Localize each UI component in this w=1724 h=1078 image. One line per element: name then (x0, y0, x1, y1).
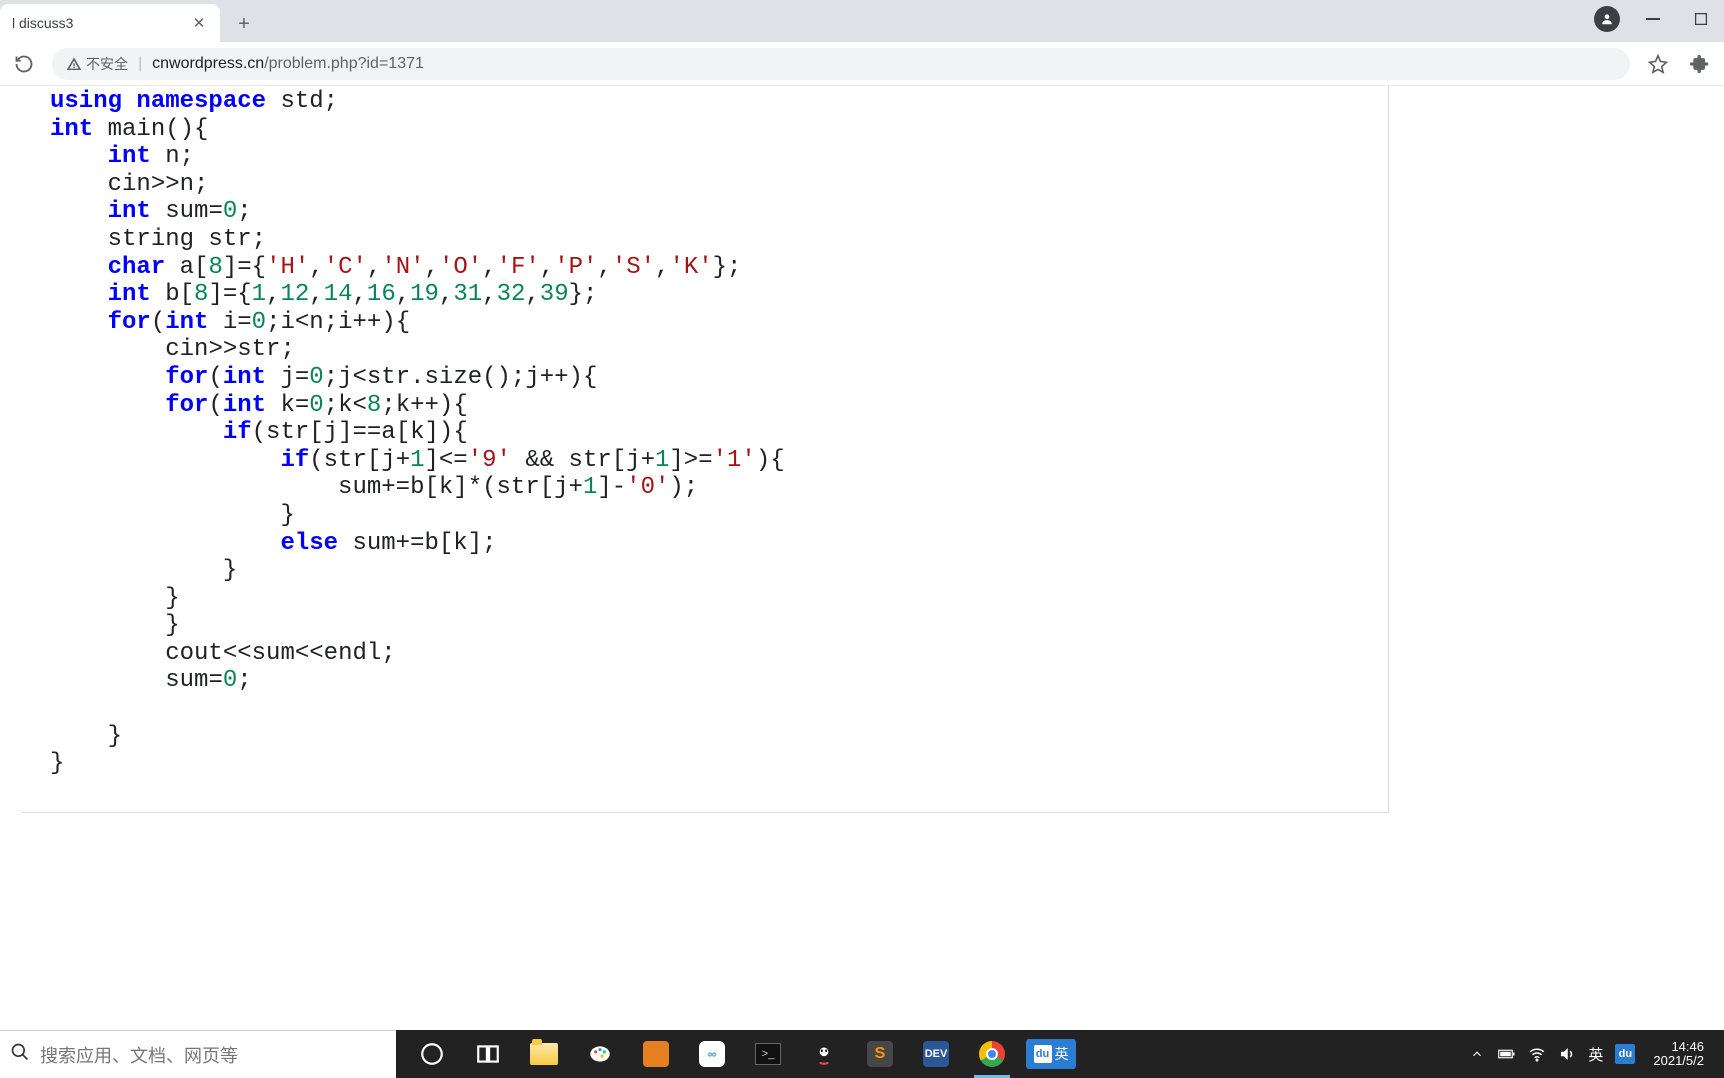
clock-date: 2021/5/2 (1653, 1054, 1704, 1068)
dev-icon: DEV (923, 1041, 949, 1067)
security-label: 不安全 (86, 54, 128, 74)
bookmark-star-button[interactable] (1644, 50, 1672, 78)
tab-strip: l discuss3 ✕ + (0, 0, 1724, 42)
ime-badge: du (1034, 1045, 1052, 1063)
security-warning-icon: 不安全 (66, 54, 128, 74)
sublime-button[interactable]: S (852, 1030, 908, 1078)
ime-lang: 英 (1055, 1044, 1069, 1064)
chrome-button[interactable] (964, 1030, 1020, 1078)
windows-taskbar: 搜索应用、文档、网页等 ∞ >_ S DEV du 英 (0, 1030, 1724, 1078)
folder-icon (530, 1043, 558, 1065)
chrome-icon (979, 1041, 1005, 1067)
tray-du-badge[interactable]: du (1615, 1044, 1635, 1064)
extensions-button[interactable] (1686, 50, 1714, 78)
tab-title: l discuss3 (12, 15, 190, 31)
clock-time: 14:46 (1671, 1040, 1704, 1054)
terminal-button[interactable]: >_ (740, 1030, 796, 1078)
url-host: cnwordpress.cn (152, 55, 264, 72)
taskbar-search[interactable]: 搜索应用、文档、网页等 (0, 1030, 396, 1078)
sublime-icon: S (867, 1041, 893, 1067)
qq-button[interactable] (796, 1030, 852, 1078)
task-view-button[interactable] (460, 1030, 516, 1078)
app-orange-button[interactable] (628, 1030, 684, 1078)
address-bar: 不安全 | cnwordpress.cn/problem.php?id=1371 (0, 42, 1724, 86)
battery-icon[interactable] (1498, 1045, 1516, 1063)
taskbar-clock[interactable]: 14:46 2021/5/2 (1647, 1040, 1710, 1069)
taskbar-main: ∞ >_ S DEV du 英 英 du 14:46 (396, 1030, 1724, 1078)
omnibox[interactable]: 不安全 | cnwordpress.cn/problem.php?id=1371 (52, 48, 1630, 80)
wifi-icon[interactable] (1528, 1045, 1546, 1063)
tray-lang[interactable]: 英 (1588, 1044, 1603, 1065)
new-tab-button[interactable]: + (230, 10, 258, 38)
ime-indicator-left[interactable]: du 英 (1026, 1039, 1076, 1069)
file-explorer-button[interactable] (516, 1030, 572, 1078)
maximize-window-button[interactable] (1686, 4, 1716, 34)
close-tab-button[interactable]: ✕ (190, 14, 208, 32)
page-content: using namespace std; int main(){ int n; … (0, 86, 1724, 1078)
terminal-icon: >_ (755, 1043, 781, 1065)
url-path: /problem.php?id=1371 (264, 55, 424, 72)
profile-avatar-button[interactable] (1594, 6, 1620, 32)
blue-app-icon: ∞ (699, 1041, 725, 1067)
separator: | (138, 55, 142, 73)
minimize-window-button[interactable] (1638, 4, 1668, 34)
reload-button[interactable] (10, 50, 38, 78)
search-icon (10, 1042, 30, 1067)
search-placeholder: 搜索应用、文档、网页等 (40, 1042, 238, 1068)
devcpp-button[interactable]: DEV (908, 1030, 964, 1078)
orange-app-icon (643, 1041, 669, 1067)
volume-icon[interactable] (1558, 1045, 1576, 1063)
tray-chevron-icon[interactable] (1468, 1045, 1486, 1063)
cortana-button[interactable] (404, 1030, 460, 1078)
code-block: using namespace std; int main(){ int n; … (22, 86, 1389, 813)
browser-tab[interactable]: l discuss3 ✕ (0, 4, 220, 42)
paint-button[interactable] (572, 1030, 628, 1078)
code-text: using namespace std; int main(){ int n; … (22, 86, 1388, 778)
app-blue-button[interactable]: ∞ (684, 1030, 740, 1078)
system-tray: 英 du 14:46 2021/5/2 (1468, 1040, 1716, 1069)
